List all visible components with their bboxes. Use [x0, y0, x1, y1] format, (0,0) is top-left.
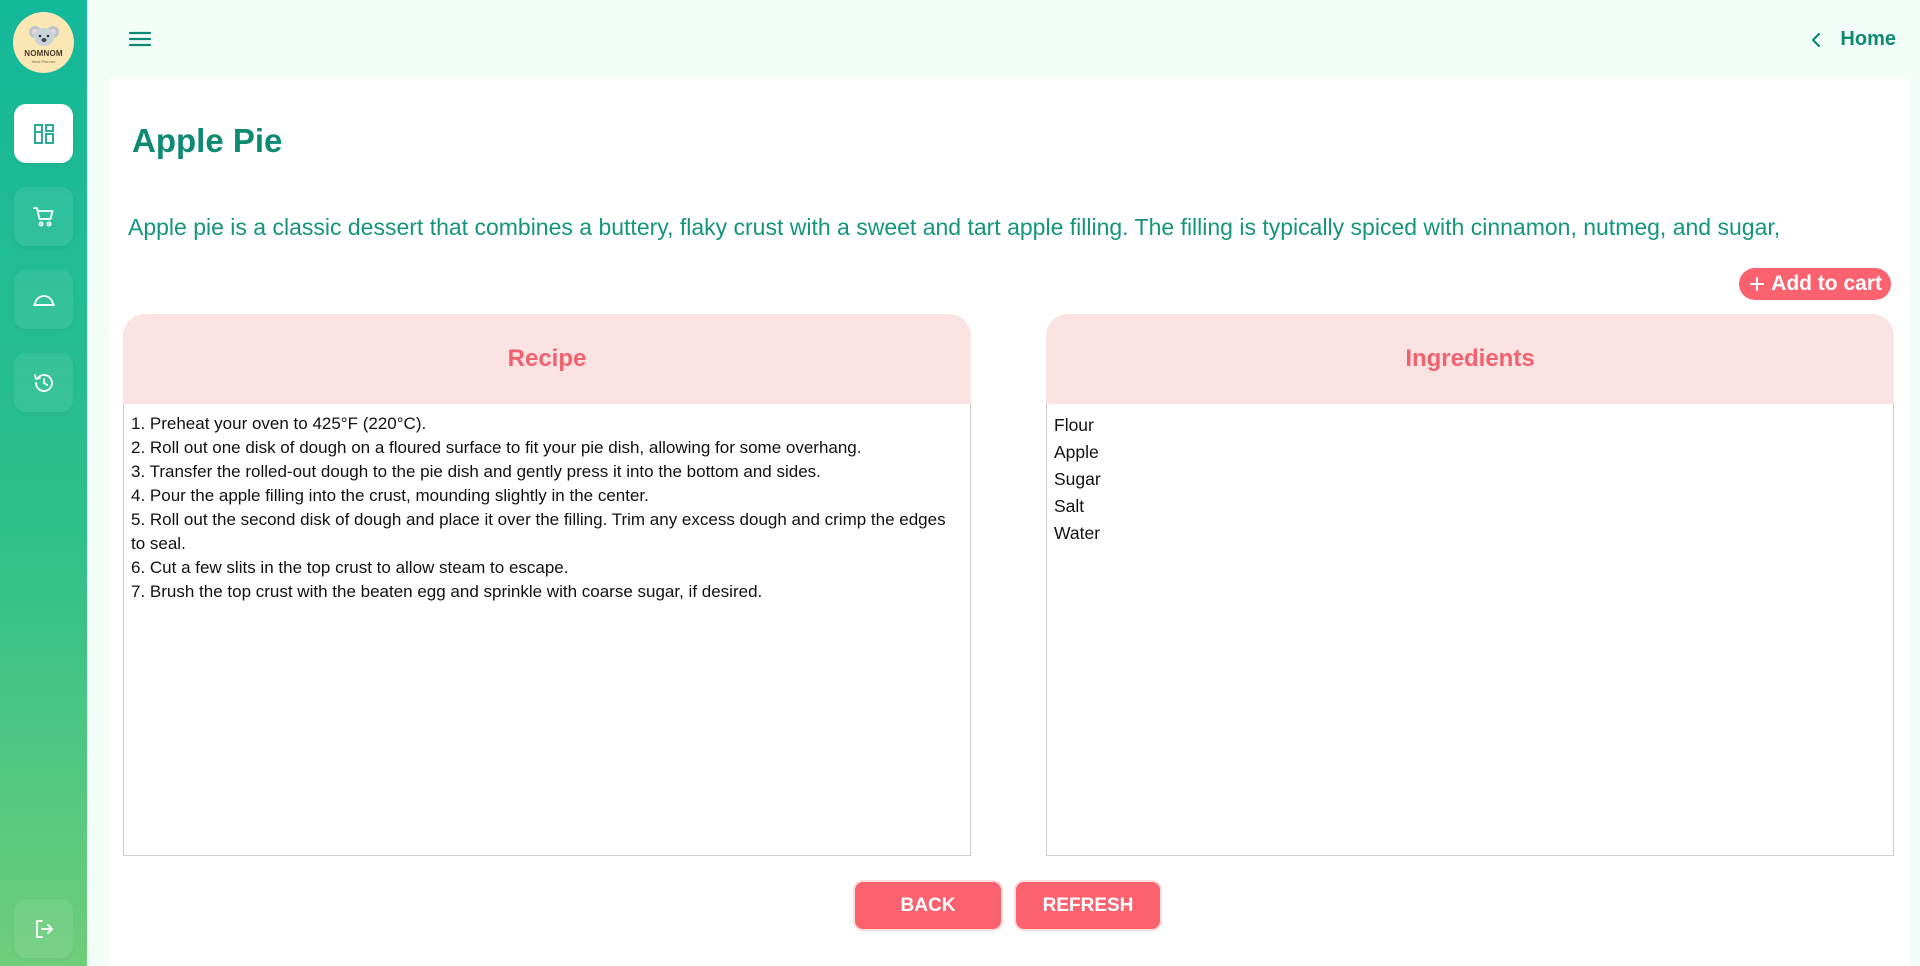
sidebar: NOMNOM Meal Planner	[0, 0, 87, 966]
ingredients-panel: Ingredients Flour Apple Sugar Salt Water	[1046, 314, 1894, 856]
ingredient-item: Apple	[1054, 442, 1099, 462]
recipe-step: 5. Roll out the second disk of dough and…	[131, 510, 946, 553]
logo-subtext: Meal Planner	[31, 58, 56, 64]
add-to-cart-button[interactable]: Add to cart	[1739, 268, 1891, 300]
sidebar-item-meals[interactable]	[14, 270, 73, 329]
recipe-step: 7. Brush the top crust with the beaten e…	[131, 582, 763, 601]
dashboard-icon	[33, 123, 54, 144]
home-label: Home	[1840, 28, 1896, 50]
ingredients-heading: Ingredients	[1046, 314, 1894, 404]
koala-logo-icon	[28, 25, 59, 46]
hamburger-menu-icon[interactable]	[127, 28, 153, 50]
sidebar-item-cart[interactable]	[14, 187, 73, 246]
ingredients-list[interactable]: Flour Apple Sugar Salt Water	[1046, 404, 1894, 856]
app-logo[interactable]: NOMNOM Meal Planner	[13, 12, 74, 73]
ingredient-item: Salt	[1054, 496, 1085, 516]
recipe-detail-card: Apple Pie Apple pie is a classic dessert…	[109, 78, 1909, 966]
recipe-heading: Recipe	[123, 314, 971, 404]
history-icon	[33, 373, 53, 392]
recipe-step: 1. Preheat your oven to 425°F (220°C).	[131, 414, 427, 433]
recipe-title: Apple Pie	[132, 122, 283, 159]
recipe-step: 4. Pour the apple filling into the crust…	[131, 486, 649, 505]
plus-icon	[1750, 277, 1765, 291]
home-link[interactable]: Home	[1808, 28, 1896, 51]
recipe-description: Apple pie is a classic dessert that comb…	[128, 214, 1781, 240]
cart-icon	[32, 206, 53, 226]
recipe-step: 3. Transfer the rolled-out dough to the …	[131, 462, 821, 481]
logout-button[interactable]	[14, 899, 73, 958]
add-to-cart-label: Add to cart	[1771, 272, 1882, 295]
ingredient-item: Water	[1054, 523, 1101, 543]
refresh-button[interactable]: REFRESH	[1014, 880, 1162, 931]
logo-text: NOMNOM	[24, 48, 63, 58]
ingredient-item: Flour	[1054, 415, 1094, 435]
logout-icon	[35, 919, 53, 938]
sidebar-item-dashboard[interactable]	[14, 104, 73, 163]
back-button[interactable]: BACK	[853, 880, 1003, 931]
recipe-step: 6. Cut a few slits in the top crust to a…	[131, 558, 569, 577]
sidebar-item-history[interactable]	[14, 353, 73, 412]
ingredient-item: Sugar	[1054, 469, 1101, 489]
recipe-step: 2. Roll out one disk of dough on a flour…	[131, 438, 862, 457]
chevron-left-icon	[1812, 32, 1821, 47]
cloche-icon	[32, 294, 55, 306]
recipe-steps[interactable]: 1. Preheat your oven to 425°F (220°C). 2…	[123, 404, 971, 856]
recipe-panel: Recipe 1. Preheat your oven to 425°F (22…	[123, 314, 971, 856]
